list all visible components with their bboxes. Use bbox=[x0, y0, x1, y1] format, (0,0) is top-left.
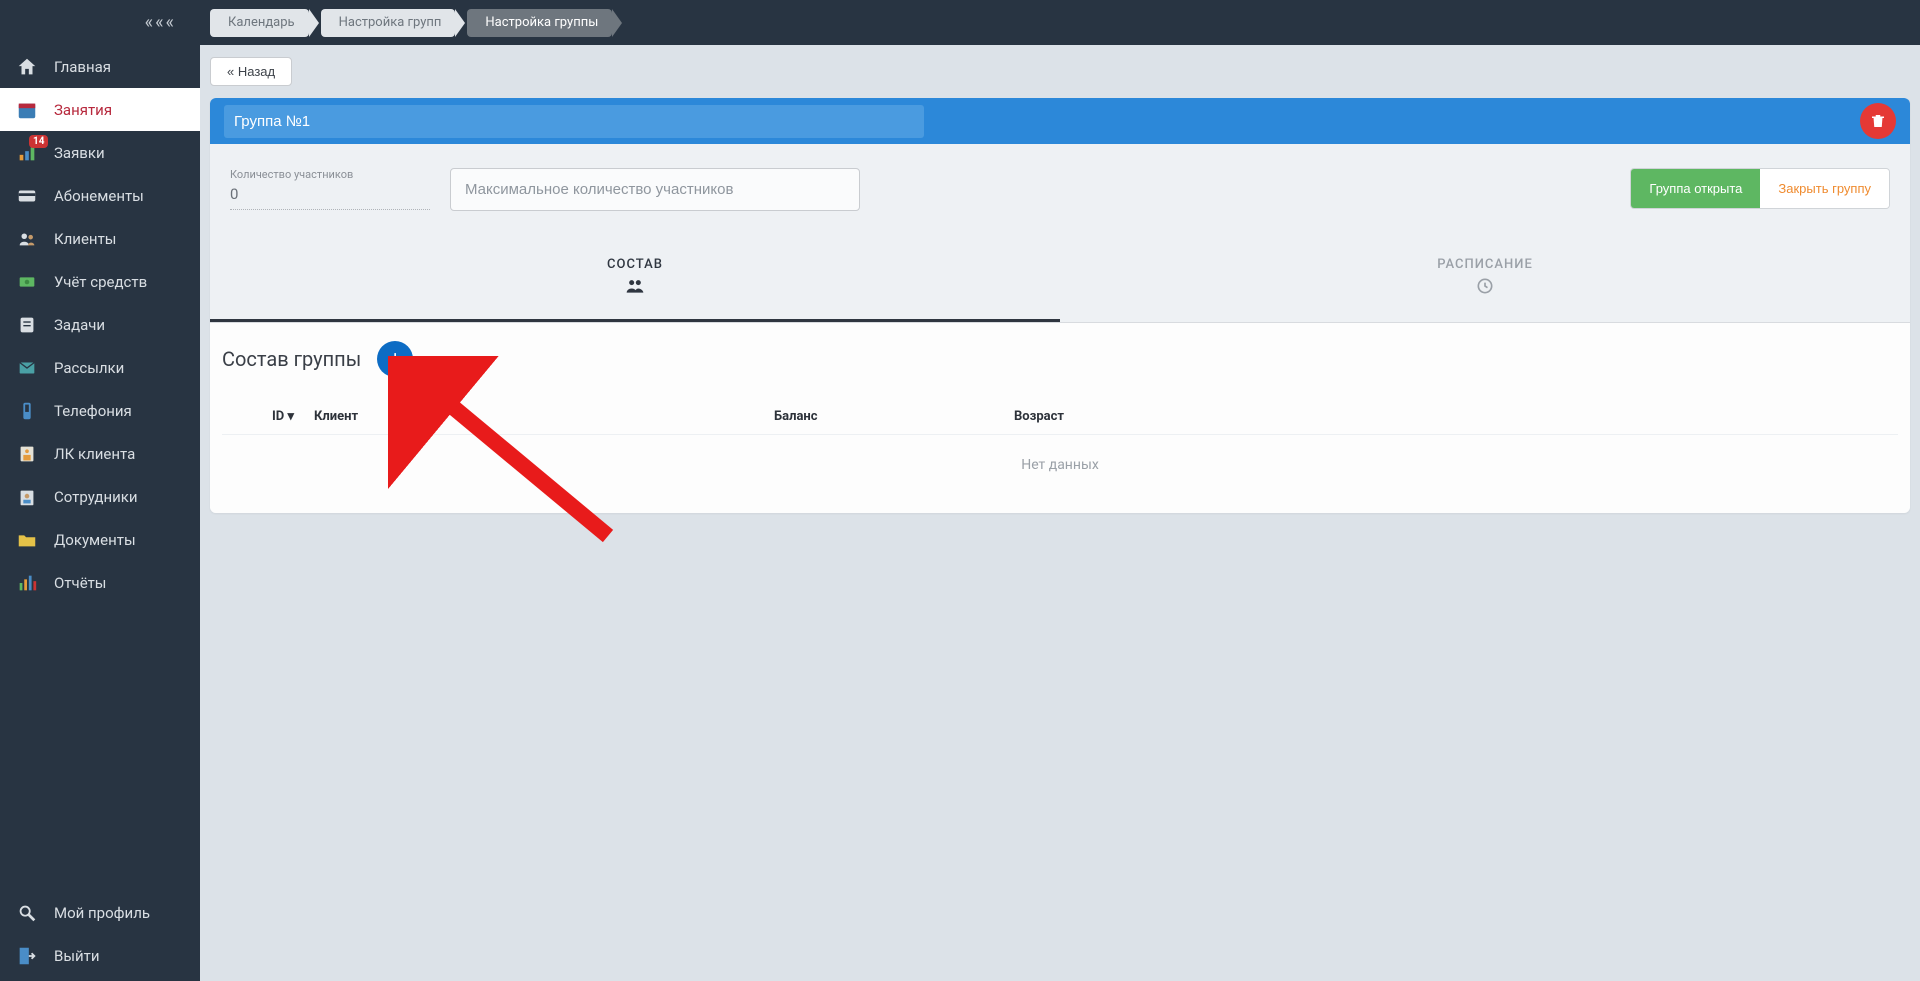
logout-icon bbox=[14, 943, 40, 969]
people-icon bbox=[14, 226, 40, 252]
tabs: СОСТАВ РАСПИСАНИЕ bbox=[210, 239, 1910, 323]
tab-schedule-label: РАСПИСАНИЕ bbox=[1437, 257, 1533, 272]
sidebar-item-tasks[interactable]: Задачи bbox=[0, 303, 200, 346]
sidebar-item-mailings[interactable]: Рассылки bbox=[0, 346, 200, 389]
sidebar-item-label: Сотрудники bbox=[54, 488, 138, 506]
sidebar-item-label: Клиенты bbox=[54, 230, 116, 248]
sidebar-item-label: Документы bbox=[54, 531, 136, 549]
requests-badge: 14 bbox=[29, 135, 48, 148]
composition-title: Состав группы bbox=[222, 347, 361, 371]
calendar-icon bbox=[14, 97, 40, 123]
group-header bbox=[210, 98, 1910, 144]
group-open-button[interactable]: Группа открыта bbox=[1631, 169, 1760, 208]
group-close-button[interactable]: Закрыть группу bbox=[1760, 169, 1889, 208]
sidebar-item-label: Заявки bbox=[54, 144, 105, 162]
sidebar-item-requests[interactable]: 14 Заявки bbox=[0, 131, 200, 174]
sidebar: ««« Главная Занятия 14 Заявки Абонементы bbox=[0, 0, 200, 981]
back-button[interactable]: « Назад bbox=[210, 57, 292, 86]
folder-icon bbox=[14, 527, 40, 553]
trash-icon bbox=[1869, 112, 1887, 130]
group-name-input[interactable] bbox=[224, 105, 924, 138]
sidebar-item-label: Задачи bbox=[54, 316, 105, 334]
sidebar-item-reports[interactable]: Отчёты bbox=[0, 561, 200, 604]
clock-icon bbox=[1060, 276, 1910, 301]
checklist-icon bbox=[14, 312, 40, 338]
sidebar-item-label: Занятия bbox=[54, 101, 112, 119]
column-age[interactable]: Возраст bbox=[1014, 409, 1214, 424]
table-empty-message: Нет данных bbox=[222, 434, 1898, 495]
tab-members-label: СОСТАВ bbox=[607, 257, 663, 272]
card-icon bbox=[14, 183, 40, 209]
tab-members[interactable]: СОСТАВ bbox=[210, 239, 1060, 322]
sidebar-item-documents[interactable]: Документы bbox=[0, 518, 200, 561]
sidebar-item-finance[interactable]: Учёт средств bbox=[0, 260, 200, 303]
delete-group-button[interactable] bbox=[1860, 103, 1896, 139]
mail-icon bbox=[14, 355, 40, 381]
participants-count-label: Количество участников bbox=[230, 168, 430, 181]
sidebar-item-staff[interactable]: Сотрудники bbox=[0, 475, 200, 518]
form-row: Количество участников 0 Группа открыта З… bbox=[210, 144, 1910, 239]
badge-icon bbox=[14, 484, 40, 510]
sidebar-item-telephony[interactable]: Телефония bbox=[0, 389, 200, 432]
sidebar-item-label: Мой профиль bbox=[54, 904, 150, 922]
sidebar-item-lessons[interactable]: Занятия bbox=[0, 88, 200, 131]
topbar: Календарь Настройка групп Настройка груп… bbox=[200, 0, 1920, 45]
sidebar-item-profile[interactable]: Мой профиль bbox=[0, 891, 200, 934]
people-icon bbox=[210, 276, 1060, 301]
column-id[interactable]: ID ▾ bbox=[234, 409, 314, 424]
sidebar-item-label: Телефония bbox=[54, 402, 132, 420]
sidebar-item-home[interactable]: Главная bbox=[0, 45, 200, 88]
add-member-button[interactable]: + bbox=[377, 341, 413, 377]
composition-section: Состав группы + ID ▾ Клиент Баланс Возра… bbox=[210, 323, 1910, 513]
breadcrumb-item-groups[interactable]: Настройка групп bbox=[321, 9, 456, 37]
tab-schedule[interactable]: РАСПИСАНИЕ bbox=[1060, 239, 1910, 322]
sort-desc-icon: ▾ bbox=[287, 409, 294, 424]
breadcrumb: Календарь Настройка групп Настройка груп… bbox=[210, 9, 624, 37]
sidebar-item-label: Отчёты bbox=[54, 574, 106, 592]
sidebar-item-clients[interactable]: Клиенты bbox=[0, 217, 200, 260]
sidebar-item-label: Рассылки bbox=[54, 359, 124, 377]
members-table: ID ▾ Клиент Баланс Возраст Нет данных bbox=[222, 399, 1898, 495]
portal-icon bbox=[14, 441, 40, 467]
phone-icon bbox=[14, 398, 40, 424]
sidebar-item-label: ЛК клиента bbox=[54, 445, 135, 463]
participants-count-value: 0 bbox=[230, 181, 430, 210]
sidebar-item-subscriptions[interactable]: Абонементы bbox=[0, 174, 200, 217]
max-participants-input[interactable] bbox=[450, 168, 860, 211]
status-toggle: Группа открыта Закрыть группу bbox=[1630, 168, 1890, 209]
sidebar-item-label: Абонементы bbox=[54, 187, 144, 205]
breadcrumb-item-calendar[interactable]: Календарь bbox=[210, 9, 309, 37]
search-profile-icon bbox=[14, 900, 40, 926]
breadcrumb-item-group-settings[interactable]: Настройка группы bbox=[467, 9, 612, 37]
column-client[interactable]: Клиент bbox=[314, 409, 774, 424]
chart-icon bbox=[14, 570, 40, 596]
table-header: ID ▾ Клиент Баланс Возраст bbox=[222, 399, 1898, 434]
sidebar-item-label: Учёт средств bbox=[54, 273, 147, 291]
home-icon bbox=[14, 54, 40, 80]
column-balance[interactable]: Баланс bbox=[774, 409, 1014, 424]
sidebar-item-client-portal[interactable]: ЛК клиента bbox=[0, 432, 200, 475]
group-card: Количество участников 0 Группа открыта З… bbox=[210, 98, 1910, 513]
sidebar-item-label: Выйти bbox=[54, 947, 100, 965]
sidebar-collapse-button[interactable]: ««« bbox=[0, 0, 200, 45]
sidebar-item-logout[interactable]: Выйти bbox=[0, 934, 200, 977]
money-icon bbox=[14, 269, 40, 295]
sidebar-item-label: Главная bbox=[54, 58, 111, 76]
main-content: Календарь Настройка групп Настройка груп… bbox=[200, 0, 1920, 981]
